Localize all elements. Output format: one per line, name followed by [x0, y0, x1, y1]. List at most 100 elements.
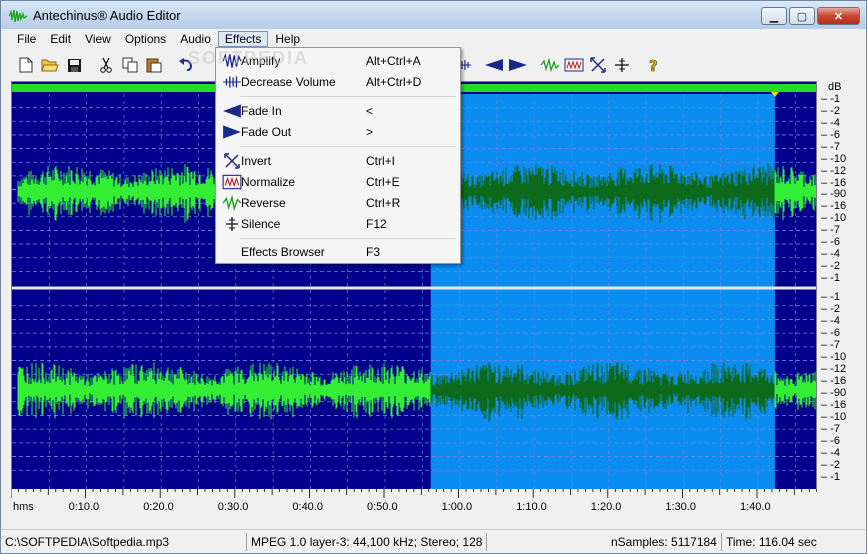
watermark-text: SOFTPEDIA: [188, 48, 310, 68]
db-scale-header: dB: [828, 81, 842, 93]
toolbar-normalize-icon[interactable]: [563, 54, 585, 76]
paste-icon[interactable]: [143, 54, 165, 76]
db-tick-label: – -16: [821, 176, 847, 189]
db-tick-label: – -6: [821, 327, 840, 339]
reverse-icon: [222, 195, 242, 211]
open-icon[interactable]: [39, 54, 61, 76]
menu-item-decrease-volume[interactable]: Decrease Volume Alt+Ctrl+D: [218, 72, 458, 92]
menu-item-normalize[interactable]: Normalize Ctrl+E: [218, 172, 458, 192]
time-tick-label: 0:10.0: [68, 501, 100, 513]
menu-item-invert[interactable]: Invert Ctrl+I: [218, 151, 458, 171]
db-tick-label: – -2: [821, 303, 840, 315]
menu-audio[interactable]: Audio: [173, 31, 218, 47]
cut-icon[interactable]: [95, 54, 117, 76]
db-tick-label: – -4: [821, 447, 840, 459]
menu-separator: [240, 96, 456, 97]
db-tick-label: – -12: [821, 363, 847, 375]
menu-options[interactable]: Options: [118, 31, 173, 47]
db-tick-label: – -2: [821, 459, 840, 471]
title-bar[interactable]: Antechinus® Audio Editor ▁ ▢ ✕: [1, 1, 866, 30]
db-tick-label: – -1: [821, 92, 840, 105]
db-tick-label: – -12: [821, 164, 847, 177]
time-tick-label: 0:50.0: [367, 501, 398, 513]
svg-text:?: ?: [649, 57, 658, 73]
app-logo-icon: [9, 9, 27, 22]
db-tick-label: – -10: [821, 411, 847, 423]
db-tick-label: – -10: [821, 351, 847, 363]
time-tick-label: 0:40.0: [292, 501, 323, 513]
db-tick-label: – -7: [821, 224, 840, 237]
toolbar-fade-in-icon[interactable]: [483, 54, 505, 76]
db-tick-label: – -2: [821, 260, 840, 273]
db-tick-label: – -16: [821, 375, 847, 387]
menu-separator: [240, 146, 456, 147]
menu-file[interactable]: File: [10, 31, 43, 47]
menu-separator: [240, 238, 456, 239]
db-tick-label: – -1: [821, 471, 840, 483]
db-tick-label: – -4: [821, 315, 840, 327]
minimize-button[interactable]: ▁: [761, 7, 787, 25]
status-spacer: [487, 533, 607, 551]
time-tick-label: 1:30.0: [665, 501, 696, 513]
db-tick-label: – -2: [821, 104, 840, 117]
invert-icon: [224, 153, 240, 169]
db-tick-label: – -1: [821, 272, 840, 285]
menu-item-fade-in[interactable]: Fade In <: [218, 101, 458, 121]
menu-bar: File Edit View Options Audio Effects Hel…: [1, 29, 866, 49]
time-tick-label: 0:30.0: [217, 501, 249, 513]
time-ruler[interactable]: hms 0:10.0 0:20.0 0:30.0 0:40.0 0:50.0 1:00.0…: [10, 489, 862, 517]
copy-icon[interactable]: [119, 54, 141, 76]
db-tick-label: – -16: [821, 200, 847, 213]
time-tick-label: 1:10.0: [516, 501, 547, 513]
menu-item-silence[interactable]: Silence F12: [218, 214, 458, 234]
menu-item-reverse[interactable]: Reverse Ctrl+R: [218, 193, 458, 213]
db-tick-label: – -7: [821, 339, 840, 351]
toolbar-help-icon[interactable]: ?: [643, 54, 665, 76]
time-tick-label: 1:00.0: [441, 501, 473, 513]
fade-in-icon: [223, 104, 241, 118]
menu-item-fade-out[interactable]: Fade Out >: [218, 122, 458, 142]
status-bar: C:\SOFTPEDIA\Softpedia.mp3 MPEG 1.0 laye…: [1, 529, 866, 553]
status-duration: Time: 116.04 sec: [726, 534, 817, 549]
window-controls: ▁ ▢ ✕: [759, 7, 860, 25]
db-tick-label: – -4: [821, 248, 840, 261]
selection-region[interactable]: [430, 94, 775, 493]
db-tick-label: – -10: [821, 152, 847, 165]
menu-effects[interactable]: Effects: [217, 31, 269, 47]
toolbar-fade-out-icon[interactable]: [507, 54, 529, 76]
normalize-icon: [222, 174, 242, 190]
time-unit-label: hms: [13, 501, 34, 513]
db-tick-label: – -7: [821, 423, 840, 435]
status-file-path: C:\SOFTPEDIA\Softpedia.mp3: [1, 532, 247, 551]
close-button[interactable]: ✕: [817, 7, 860, 25]
window-title: Antechinus® Audio Editor: [33, 8, 181, 23]
decrease-volume-icon: [223, 76, 241, 88]
effects-dropdown-menu: Amplify Alt+Ctrl+A Decrease Volume Alt+C…: [215, 47, 461, 264]
toolbar-reverse-icon[interactable]: [539, 54, 561, 76]
db-tick-label: – -6: [821, 435, 840, 447]
time-tick-label: 0:20.0: [143, 501, 174, 513]
db-tick-label: – -1: [821, 291, 840, 303]
time-tick-label: 1:40.0: [740, 501, 771, 513]
new-icon[interactable]: [15, 54, 37, 76]
db-tick-label: – -7: [821, 140, 840, 153]
status-sample-count: nSamples: 5117184: [607, 532, 722, 551]
toolbar-silence-icon[interactable]: [611, 54, 633, 76]
db-tick-label: – -10: [821, 212, 847, 225]
db-tick-label: – -90: [821, 188, 847, 201]
menu-help[interactable]: Help: [268, 31, 307, 47]
db-tick-label: – -6: [821, 128, 840, 141]
menu-view[interactable]: View: [78, 31, 118, 47]
save-icon[interactable]: [63, 54, 85, 76]
menu-edit[interactable]: Edit: [43, 31, 78, 47]
silence-icon: [226, 217, 238, 231]
db-tick-label: – -4: [821, 116, 840, 129]
toolbar-invert-icon[interactable]: [587, 54, 609, 76]
db-tick-label: – -90: [821, 387, 847, 399]
menu-item-effects-browser[interactable]: Effects Browser F3: [218, 242, 458, 262]
time-tick-label: 1:20.0: [590, 501, 622, 513]
maximize-button[interactable]: ▢: [789, 7, 815, 25]
db-tick-label: – -6: [821, 236, 840, 249]
fade-out-icon: [223, 125, 241, 139]
status-audio-format: MPEG 1.0 layer-3: 44,100 kHz; Stereo; 12…: [247, 532, 487, 551]
